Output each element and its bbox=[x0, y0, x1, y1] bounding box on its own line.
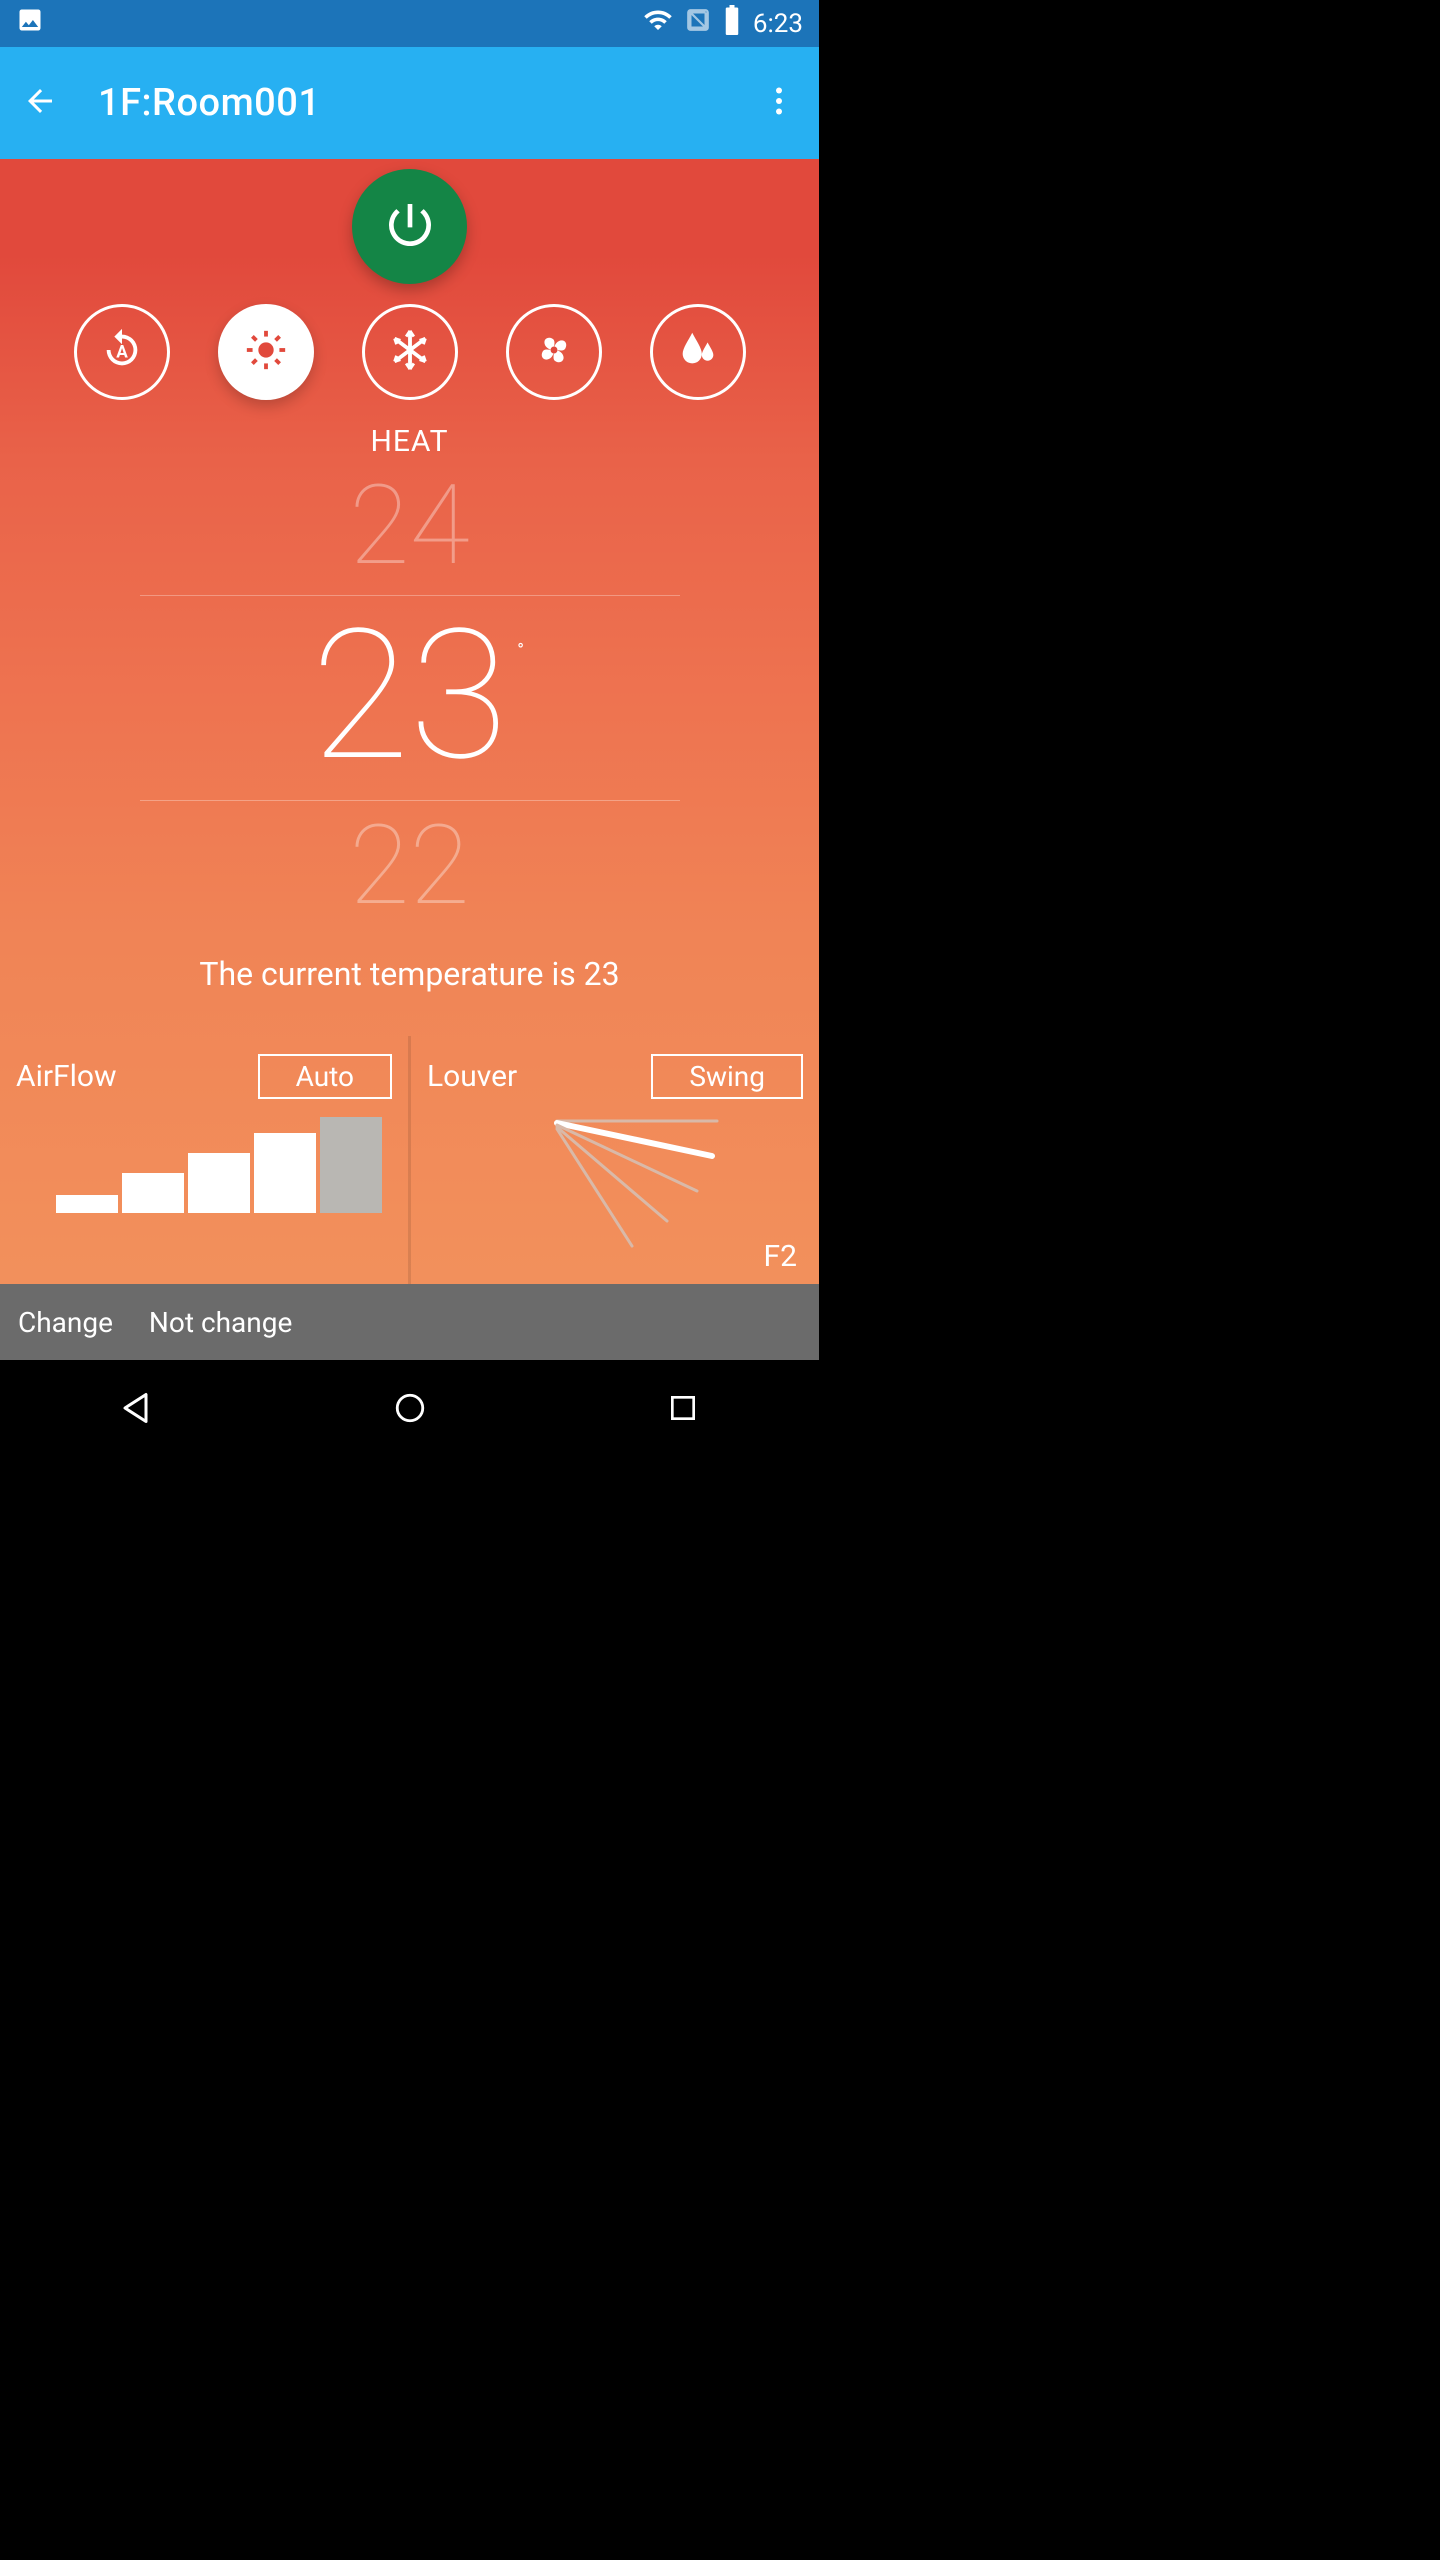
power-button[interactable] bbox=[352, 169, 467, 284]
mode-label: HEAT bbox=[370, 424, 448, 459]
airflow-bar-5 bbox=[320, 1117, 382, 1213]
auto-icon: A bbox=[99, 327, 145, 377]
mode-auto-button[interactable]: A bbox=[74, 304, 170, 400]
louver-position: F2 bbox=[764, 1239, 797, 1274]
mode-dry-button[interactable] bbox=[650, 304, 746, 400]
airflow-bar-3 bbox=[188, 1153, 250, 1213]
temp-status-text: The current temperature is 23 bbox=[199, 955, 619, 993]
temp-above: 24 bbox=[349, 471, 469, 581]
louver-panel[interactable]: Louver Swing F2 bbox=[411, 1036, 819, 1284]
back-button[interactable] bbox=[22, 83, 58, 123]
power-icon bbox=[382, 197, 438, 257]
change-bar: Change Not change bbox=[0, 1284, 819, 1360]
airflow-title: AirFlow bbox=[16, 1059, 117, 1094]
bottom-panels: AirFlow Auto Louver Swing bbox=[0, 1036, 819, 1284]
louver-badge: Swing bbox=[651, 1054, 803, 1099]
temp-current: 23 bbox=[311, 590, 508, 801]
sun-icon bbox=[243, 327, 289, 377]
main-panel: A HEAT 24 23 ° bbox=[0, 159, 819, 1360]
overflow-menu-button[interactable] bbox=[761, 83, 797, 123]
android-status-bar: 6:23 bbox=[0, 0, 819, 47]
picture-icon bbox=[16, 6, 44, 41]
battery-icon bbox=[723, 5, 741, 42]
fan-icon bbox=[531, 327, 577, 377]
nav-home-button[interactable] bbox=[375, 1391, 445, 1425]
airflow-bar-2 bbox=[122, 1173, 184, 1213]
droplet-icon bbox=[675, 327, 721, 377]
airflow-bar-1 bbox=[56, 1195, 118, 1213]
louver-title: Louver bbox=[427, 1059, 517, 1094]
mode-row: A bbox=[74, 304, 746, 400]
mode-fan-button[interactable] bbox=[506, 304, 602, 400]
page-title: 1F:Room001 bbox=[98, 81, 320, 125]
no-sim-icon bbox=[685, 7, 711, 40]
airflow-bar-4 bbox=[254, 1133, 316, 1213]
nav-recent-button[interactable] bbox=[648, 1392, 718, 1424]
mode-cool-button[interactable] bbox=[362, 304, 458, 400]
status-time: 6:23 bbox=[753, 9, 803, 39]
mode-heat-button[interactable] bbox=[218, 304, 314, 400]
svg-text:A: A bbox=[116, 343, 128, 363]
airflow-panel[interactable]: AirFlow Auto bbox=[0, 1036, 408, 1284]
degree-symbol: ° bbox=[517, 640, 524, 661]
airflow-bars bbox=[56, 1117, 392, 1213]
wifi-icon bbox=[643, 5, 673, 42]
not-change-button[interactable]: Not change bbox=[149, 1306, 292, 1339]
android-nav-bar bbox=[0, 1360, 819, 1456]
temperature-picker[interactable]: 24 23 ° 22 bbox=[0, 471, 819, 921]
snowflake-icon bbox=[387, 327, 433, 377]
app-bar: 1F:Room001 bbox=[0, 47, 819, 159]
change-button[interactable]: Change bbox=[18, 1306, 113, 1339]
nav-back-button[interactable] bbox=[102, 1390, 172, 1426]
temp-below: 22 bbox=[349, 811, 469, 921]
airflow-badge: Auto bbox=[258, 1054, 392, 1099]
